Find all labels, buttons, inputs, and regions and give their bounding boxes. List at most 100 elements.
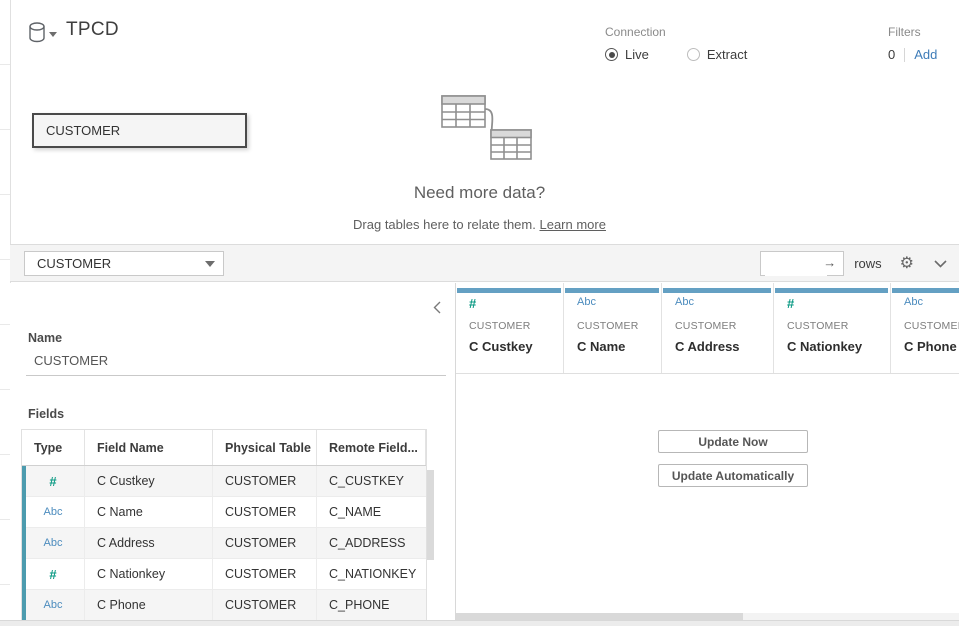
update-now-button[interactable]: Update Now (658, 430, 808, 453)
column-accent-strip (663, 288, 771, 293)
cell-remote-field: C_NATIONKEY (317, 559, 426, 589)
fields-table-row[interactable]: AbcC AddressCUSTOMERC_ADDRESS (22, 528, 426, 559)
database-caret-icon (49, 32, 57, 37)
fields-table-scrollbar-thumb[interactable] (427, 470, 434, 560)
database-icon (28, 22, 46, 46)
fields-label: Fields (28, 407, 64, 421)
cell-remote-field: C_ADDRESS (317, 528, 426, 558)
page-bottom-scrollbar[interactable] (0, 620, 959, 626)
update-automatically-button[interactable]: Update Automatically (658, 464, 808, 487)
filters-label: Filters (888, 25, 937, 39)
column-table-label: CUSTOMER (904, 320, 959, 332)
data-grid-pane: # CUSTOMER C Custkey Abc CUSTOMER C Name Abc CU… (456, 283, 959, 626)
string-type-icon: Abc (904, 296, 923, 308)
column-accent-strip (892, 288, 959, 293)
column-table-label: CUSTOMER (469, 320, 531, 332)
cell-physical-table: CUSTOMER (213, 590, 317, 620)
drag-tables-text: Drag tables here to relate them. (353, 217, 536, 232)
cell-field-name: C Custkey (85, 466, 213, 496)
string-type-icon: Abc (22, 528, 85, 558)
name-input-underline (26, 375, 446, 376)
collapse-panel-icon[interactable] (433, 301, 441, 317)
fields-header-cell[interactable]: Remote Field... (317, 430, 426, 465)
relate-tables-graphic (438, 92, 534, 167)
column-accent-strip (775, 288, 888, 293)
cell-remote-field: C_PHONE (317, 590, 426, 620)
filters-add-link[interactable]: Add (914, 47, 937, 62)
table-select-value: CUSTOMER (37, 256, 205, 271)
chevron-down-icon[interactable] (934, 260, 947, 268)
number-type-icon: # (22, 559, 85, 589)
fields-table-scrollbar[interactable] (427, 470, 434, 625)
fields-table-header: TypeField NamePhysical TableRemote Field… (22, 430, 426, 466)
string-type-icon: Abc (577, 296, 596, 308)
radio-extract-circle (687, 48, 700, 61)
fields-table-row[interactable]: AbcC PhoneCUSTOMERC_PHONE (22, 590, 426, 621)
rows-label: rows (854, 256, 881, 271)
radio-live[interactable]: Live (605, 47, 649, 62)
cell-physical-table: CUSTOMER (213, 466, 317, 496)
cell-physical-table: CUSTOMER (213, 528, 317, 558)
grid-column-header[interactable]: # CUSTOMER C Nationkey (775, 283, 891, 373)
cell-field-name: C Phone (85, 590, 213, 620)
column-field-name: C Custkey (469, 339, 533, 354)
rows-count-field[interactable] (765, 253, 827, 276)
grid-column-header[interactable]: Abc CUSTOMER C Name (565, 283, 662, 373)
number-type-icon: # (22, 466, 85, 496)
datasource-page: TPCD Connection Live Extract Filters 0 A… (0, 0, 959, 626)
drag-tables-hint: Drag tables here to relate them. Learn m… (0, 217, 959, 232)
column-table-label: CUSTOMER (577, 320, 639, 332)
string-type-icon: Abc (22, 497, 85, 527)
cell-remote-field: C_CUSTKEY (317, 466, 426, 496)
connection-label: Connection (605, 25, 785, 39)
string-type-icon: Abc (675, 296, 694, 308)
rows-count-input[interactable]: → (760, 251, 844, 276)
canvas-table-chip[interactable]: CUSTOMER (32, 113, 247, 148)
fields-header-cell[interactable]: Physical Table (213, 430, 317, 465)
table-select-caret-icon (205, 261, 215, 267)
grid-column-header[interactable]: # CUSTOMER C Custkey (457, 283, 564, 373)
cell-field-name: C Nationkey (85, 559, 213, 589)
fields-table-row[interactable]: AbcC NameCUSTOMERC_NAME (22, 497, 426, 528)
fields-header-cell[interactable]: Type (22, 430, 85, 465)
name-label: Name (28, 331, 62, 345)
filters-section: Filters 0 Add (888, 25, 937, 62)
metadata-panel: Name Fields TypeField NamePhysical Table… (10, 283, 456, 626)
fields-table-row[interactable]: #C CustkeyCUSTOMERC_CUSTKEY (22, 466, 426, 497)
rows-arrow-icon: → (823, 255, 836, 270)
column-accent-strip (565, 288, 659, 293)
column-table-label: CUSTOMER (787, 320, 849, 332)
radio-extract[interactable]: Extract (687, 47, 747, 62)
cell-physical-table: CUSTOMER (213, 497, 317, 527)
name-input[interactable] (32, 352, 436, 369)
filters-divider (904, 48, 905, 62)
number-type-icon: # (787, 296, 794, 311)
string-type-icon: Abc (22, 590, 85, 620)
grid-column-header[interactable]: Abc CUSTOMER C Phone (892, 283, 959, 373)
radio-live-circle (605, 48, 618, 61)
learn-more-link[interactable]: Learn more (539, 217, 605, 232)
column-field-name: C Address (675, 339, 740, 354)
filters-count: 0 (888, 47, 895, 62)
column-field-name: C Phone (904, 339, 957, 354)
database-menu-button[interactable] (28, 22, 57, 46)
cell-field-name: C Address (85, 528, 213, 558)
fields-table: TypeField NamePhysical TableRemote Field… (21, 429, 427, 626)
cell-field-name: C Name (85, 497, 213, 527)
fields-table-row[interactable]: #C NationkeyCUSTOMERC_NATIONKEY (22, 559, 426, 590)
fields-table-selection-bar (22, 466, 26, 626)
fields-header-cell[interactable]: Field Name (85, 430, 213, 465)
number-type-icon: # (469, 296, 476, 311)
cell-remote-field: C_NAME (317, 497, 426, 527)
gear-icon[interactable]: ⚙ (900, 256, 914, 272)
column-table-label: CUSTOMER (675, 320, 737, 332)
datagrid-toolbar: CUSTOMER → rows ⚙ (10, 244, 959, 282)
table-select[interactable]: CUSTOMER (24, 251, 224, 276)
grid-column-header[interactable]: Abc CUSTOMER C Address (663, 283, 774, 373)
page-title: TPCD (66, 19, 119, 41)
column-field-name: C Name (577, 339, 625, 354)
column-field-name: C Nationkey (787, 339, 862, 354)
column-accent-strip (457, 288, 561, 293)
connection-section: Connection Live Extract (605, 25, 785, 62)
data-grid-header: # CUSTOMER C Custkey Abc CUSTOMER C Name Abc CU… (456, 283, 959, 374)
